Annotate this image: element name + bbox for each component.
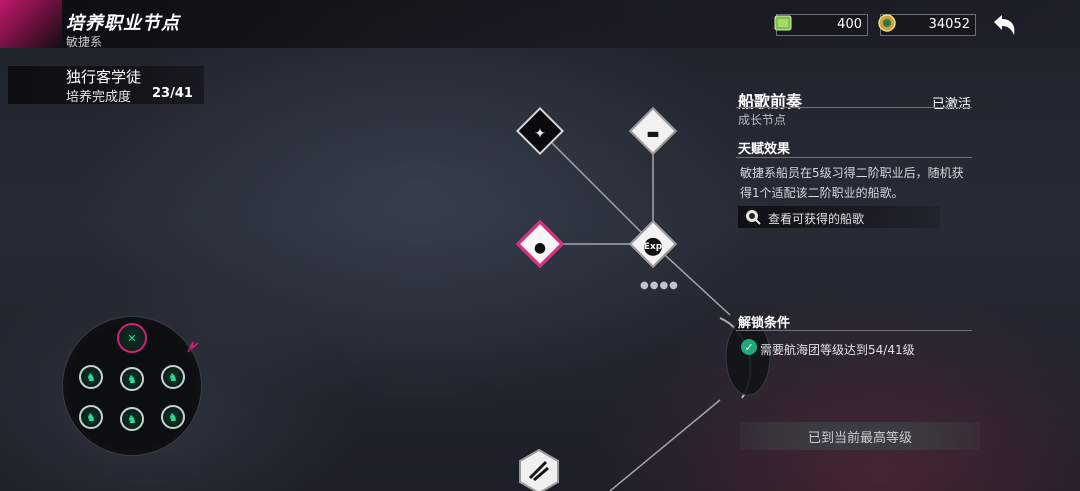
unlock-condition: 需要航海团等级达到54/41级 xyxy=(760,343,915,357)
exp-icon: Exp xyxy=(644,237,662,256)
wheel-node[interactable]: ♞ xyxy=(120,407,144,431)
check-icon: ✓ xyxy=(741,339,757,355)
page-subtitle: 敏捷系 xyxy=(66,35,103,49)
gold-coin-icon xyxy=(878,14,896,32)
character-icon: ♞ xyxy=(127,372,137,386)
class-wheel: ✕ ♞ ♞ ♞ ♞ ♞ ♞ xyxy=(62,316,202,456)
wheel-node[interactable]: ♞ xyxy=(161,405,185,429)
max-level-button[interactable]: 已到当前最高等级 xyxy=(740,422,980,450)
wheel-node[interactable]: ♞ xyxy=(79,365,103,389)
grenade-icon: ● xyxy=(533,240,547,257)
green-crystal-icon xyxy=(774,15,792,31)
pink-spark-icon xyxy=(187,341,199,353)
burst-icon: ✦ xyxy=(534,125,546,142)
page-title: 培养职业节点 xyxy=(66,13,180,34)
character-icon: ♞ xyxy=(127,412,137,426)
progress-value: 23/41 xyxy=(152,86,193,101)
wheel-node[interactable]: ♞ xyxy=(79,405,103,429)
wheel-node[interactable]: ♞ xyxy=(161,365,185,389)
gold-resource-value: 34052 xyxy=(928,17,970,32)
progress-label: 培养完成度 xyxy=(66,90,132,105)
unlock-title: 解锁条件 xyxy=(738,316,791,331)
character-icon: ♞ xyxy=(86,410,96,424)
wheel-node-top[interactable]: ✕ xyxy=(117,323,147,353)
header-accent xyxy=(0,0,62,48)
magnifier-icon xyxy=(746,210,761,225)
effect-title: 天赋效果 xyxy=(738,142,791,157)
skill-type: 成长节点 xyxy=(738,113,787,127)
tree-node-bottom[interactable] xyxy=(516,448,562,491)
divider xyxy=(736,157,972,158)
character-icon: ♞ xyxy=(168,370,178,384)
ticket-icon: ▬ xyxy=(646,125,660,142)
divider xyxy=(736,330,972,331)
skill-name: 船歌前奏 xyxy=(738,92,803,111)
back-arrow-icon[interactable] xyxy=(986,10,1020,40)
character-icon: ♞ xyxy=(86,370,96,384)
wheel-node[interactable]: ♞ xyxy=(120,367,144,391)
sword-icon: ✕ xyxy=(127,331,137,345)
view-songs-label[interactable]: 查看可获得的船歌 xyxy=(768,210,864,227)
class-name: 独行客学徒 xyxy=(66,68,142,86)
effect-text: 敏捷系船员在5级习得二阶职业后，随机获得1个适配该二阶职业的船歌。 xyxy=(740,166,964,200)
more-dots-icon: ●●●● xyxy=(640,280,679,291)
gem-resource-value: 400 xyxy=(837,17,862,32)
divider xyxy=(736,107,972,108)
character-icon: ♞ xyxy=(168,410,178,424)
skill-status: 已激活 xyxy=(932,97,972,112)
